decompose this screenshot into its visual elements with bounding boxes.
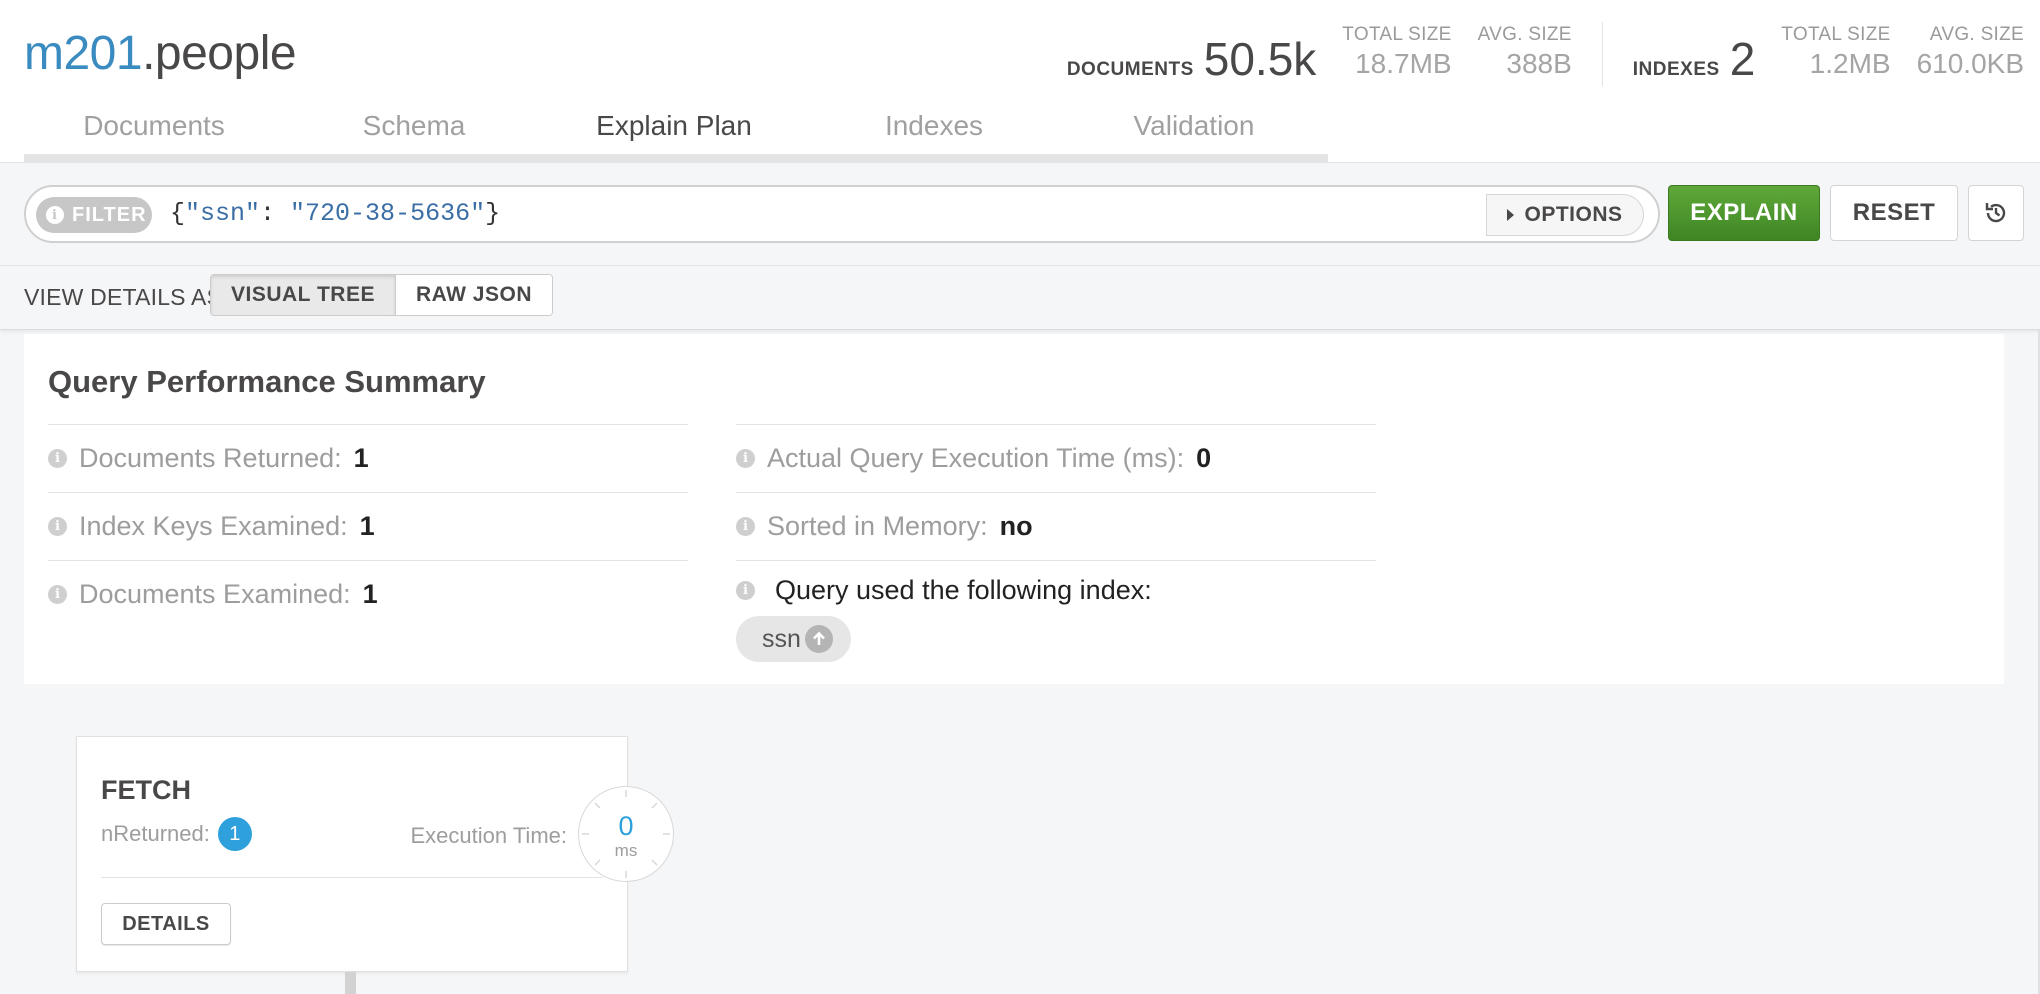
visual-tree-button[interactable]: VISUAL TREE xyxy=(211,275,396,315)
sorted-in-memory-value: no xyxy=(999,511,1033,541)
fetch-stage-card: FETCH nReturned: 1 Execution Time: DETAI… xyxy=(76,736,628,972)
documents-total-size-label: TOTAL SIZE xyxy=(1342,24,1452,45)
reset-button[interactable]: RESET xyxy=(1830,185,1958,241)
filter-label-pill: i FILTER xyxy=(36,197,152,233)
indexes-label: INDEXES xyxy=(1632,59,1720,80)
documents-examined-row: i Documents Examined: 1 xyxy=(48,560,688,628)
explain-button[interactable]: EXPLAIN xyxy=(1668,185,1820,241)
documents-returned-value: 1 xyxy=(353,443,369,473)
tab-documents[interactable]: Documents xyxy=(24,100,284,162)
query-history-button[interactable] xyxy=(1968,185,2024,241)
stats-divider xyxy=(1601,22,1603,86)
query-performance-summary: Query Performance Summary i Documents Re… xyxy=(24,334,2004,684)
stage-details-button[interactable]: DETAILS xyxy=(101,903,231,945)
execution-time-unit: ms xyxy=(614,841,638,860)
indexes-avg-size: 610.0KB xyxy=(1916,48,2024,79)
execution-time-label: Actual Query Execution Time (ms): xyxy=(767,443,1185,473)
index-name: ssn xyxy=(762,624,801,653)
index-keys-examined-row: i Index Keys Examined: 1 xyxy=(48,492,688,560)
stage-divider xyxy=(101,877,603,878)
index-badge[interactable]: ssn xyxy=(736,616,851,662)
collection-stats: DOCUMENTS 50.5k TOTAL SIZE 18.7MB AVG. S… xyxy=(1067,18,2024,88)
options-label: OPTIONS xyxy=(1524,203,1623,226)
collection-tabs: Documents Schema Explain Plan Indexes Va… xyxy=(24,100,1328,170)
history-icon xyxy=(1985,203,2006,223)
view-mode-toggle: VISUAL TREE RAW JSON xyxy=(210,274,553,316)
view-details-label: VIEW DETAILS AS xyxy=(24,284,223,310)
query-value: "720-38-5636" xyxy=(290,199,486,228)
index-keys-examined-label: Index Keys Examined: xyxy=(79,511,348,541)
index-used-label: Query used the following index: xyxy=(775,575,1152,605)
summary-left-column: i Documents Returned: 1 i Index Keys Exa… xyxy=(48,424,688,628)
info-icon[interactable]: i xyxy=(48,449,67,468)
indexes-total-size: 1.2MB xyxy=(1809,48,1891,79)
documents-avg-size: 388B xyxy=(1506,48,1572,79)
sorted-in-memory-row: i Sorted in Memory: no xyxy=(736,492,1376,560)
execution-time-value: 0 xyxy=(618,811,634,841)
query-bar: i FILTER {"ssn": "720-38-5636"} OPTIONS … xyxy=(0,162,2040,266)
documents-returned-row: i Documents Returned: 1 xyxy=(48,424,688,492)
execution-time-clock: 0 ms xyxy=(578,786,674,882)
documents-returned-label: Documents Returned: xyxy=(79,443,342,473)
arrow-up-icon xyxy=(804,625,833,653)
collection-title: m201.people xyxy=(24,26,297,81)
collection-header: m201.people DOCUMENTS 50.5k TOTAL SIZE 1… xyxy=(0,0,2040,170)
raw-json-button[interactable]: RAW JSON xyxy=(395,275,552,315)
filter-input[interactable]: i FILTER {"ssn": "720-38-5636"} OPTIONS xyxy=(24,185,1660,243)
documents-stats: DOCUMENTS 50.5k TOTAL SIZE 18.7MB AVG. S… xyxy=(1067,18,1572,86)
execution-time-row: i Actual Query Execution Time (ms): 0 xyxy=(736,424,1376,492)
query-colon: : xyxy=(260,199,291,228)
index-keys-examined-value: 1 xyxy=(359,511,375,541)
tab-explain-plan[interactable]: Explain Plan xyxy=(544,100,804,170)
indexes-stats: INDEXES 2 TOTAL SIZE 1.2MB AVG. SIZE 610… xyxy=(1633,18,2024,86)
documents-examined-label: Documents Examined: xyxy=(79,579,351,609)
info-icon[interactable]: i xyxy=(48,517,67,536)
info-icon[interactable]: i xyxy=(48,585,67,604)
info-icon[interactable]: i xyxy=(736,517,755,536)
info-icon: i xyxy=(46,206,64,224)
info-icon[interactable]: i xyxy=(736,449,755,468)
tab-validation[interactable]: Validation xyxy=(1064,100,1324,162)
options-toggle-button[interactable]: OPTIONS xyxy=(1486,194,1644,236)
sorted-in-memory-label: Sorted in Memory: xyxy=(767,511,988,541)
execution-time-value: 0 xyxy=(1196,443,1212,473)
view-details-bar: VIEW DETAILS AS VISUAL TREE RAW JSON xyxy=(0,266,2040,330)
filter-query-text[interactable]: {"ssn": "720-38-5636"} xyxy=(170,199,500,228)
caret-right-icon xyxy=(1507,209,1515,221)
indexes-count: 2 xyxy=(1729,33,1756,85)
filter-label: FILTER xyxy=(72,203,147,226)
query-key: "ssn" xyxy=(185,199,261,228)
documents-count: 50.5k xyxy=(1203,33,1317,85)
index-used-row: i Query used the following index: ssn xyxy=(736,560,1376,662)
documents-label: DOCUMENTS xyxy=(1066,59,1194,80)
summary-title: Query Performance Summary xyxy=(48,364,486,399)
stage-name: FETCH xyxy=(101,775,191,805)
summary-right-column: i Actual Query Execution Time (ms): 0 i … xyxy=(736,424,1376,662)
stage-connector xyxy=(345,972,356,994)
query-brace-close: } xyxy=(485,199,501,228)
nreturned-badge: 1 xyxy=(217,817,252,851)
documents-total-size: 18.7MB xyxy=(1355,48,1452,79)
database-name: m201 xyxy=(24,27,143,80)
documents-avg-size-label: AVG. SIZE xyxy=(1477,24,1572,45)
tab-indexes[interactable]: Indexes xyxy=(804,100,1064,162)
info-icon[interactable]: i xyxy=(736,581,755,600)
execution-time-label: Execution Time: xyxy=(410,823,567,848)
nreturned: nReturned: 1 xyxy=(101,817,252,851)
collection-name: .people xyxy=(142,27,297,80)
tab-schema[interactable]: Schema xyxy=(284,100,544,162)
nreturned-label: nReturned: xyxy=(101,821,210,846)
documents-examined-value: 1 xyxy=(362,579,378,609)
query-brace-open: { xyxy=(170,199,186,228)
indexes-avg-size-label: AVG. SIZE xyxy=(1929,24,2024,45)
indexes-total-size-label: TOTAL SIZE xyxy=(1781,24,1891,45)
